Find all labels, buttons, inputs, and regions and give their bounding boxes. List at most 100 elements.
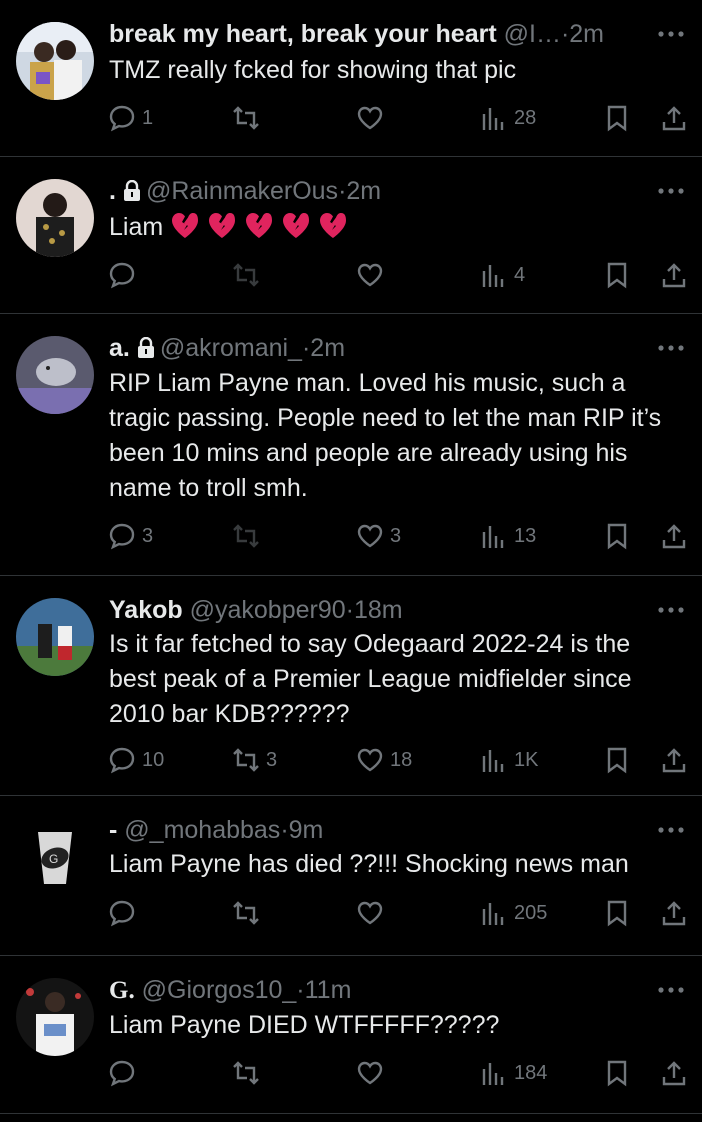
lock-icon: [137, 337, 154, 358]
avatar[interactable]: G: [16, 818, 94, 896]
tweet-text: TMZ really fcked for showing that pic: [109, 56, 517, 84]
avatar[interactable]: [16, 598, 94, 676]
more-options-icon[interactable]: [654, 24, 688, 44]
view-count: 184: [514, 1061, 548, 1084]
view-count: 4: [514, 263, 526, 286]
tweet[interactable]: break my heart, break your heart @I…·2m …: [0, 0, 702, 157]
bookmark-button[interactable]: [603, 896, 631, 930]
share-button[interactable]: [660, 743, 688, 777]
separator: ·: [280, 816, 289, 844]
display-name[interactable]: Yakob: [109, 596, 183, 624]
broken-heart-icon: [319, 213, 346, 238]
more-options-icon[interactable]: [654, 338, 688, 358]
timestamp[interactable]: 18m: [354, 596, 403, 624]
share-button[interactable]: [660, 519, 688, 553]
tweet[interactable]: G. @Giorgos10_·11m Liam Payne DIED WTFFF…: [0, 956, 702, 1114]
views-button[interactable]: 28: [480, 101, 536, 135]
views-button[interactable]: 13: [480, 519, 536, 553]
bookmark-button[interactable]: [603, 101, 631, 135]
bookmark-button[interactable]: [603, 519, 631, 553]
avatar[interactable]: [16, 22, 94, 100]
reply-button[interactable]: 3: [108, 519, 153, 553]
broken-heart-icon: [246, 213, 273, 238]
more-options-icon[interactable]: [654, 600, 688, 620]
share-button[interactable]: [660, 1056, 688, 1090]
user-handle[interactable]: @_mohabbas: [124, 816, 280, 844]
retweet-button[interactable]: [232, 258, 266, 292]
speech-bubble-icon: [109, 900, 135, 927]
views-button[interactable]: 184: [480, 1056, 547, 1090]
heart-outline-icon: [357, 524, 383, 548]
broken-heart-emoji-row: [170, 211, 348, 249]
like-button[interactable]: 3: [356, 519, 401, 553]
like-button[interactable]: [356, 1056, 390, 1090]
timestamp[interactable]: 2m: [346, 177, 381, 205]
display-name[interactable]: break my heart, break your heart: [109, 20, 497, 48]
share-upload-icon: [662, 1061, 686, 1086]
more-options-icon[interactable]: [654, 980, 688, 1000]
tweet-text: Liam: [109, 213, 164, 241]
timestamp[interactable]: 2m: [310, 334, 345, 362]
bookmark-button[interactable]: [603, 743, 631, 777]
share-button[interactable]: [660, 258, 688, 292]
timestamp[interactable]: 9m: [289, 816, 324, 844]
retweet-button[interactable]: [232, 101, 266, 135]
user-handle[interactable]: @I…: [504, 20, 561, 48]
display-name[interactable]: G.: [109, 977, 135, 1004]
like-button[interactable]: [356, 101, 390, 135]
retweet-button[interactable]: 3: [232, 743, 277, 777]
speech-bubble-icon: [109, 105, 135, 132]
like-count: 3: [390, 524, 402, 547]
tweet[interactable]: G - @_mohabbas·9m Liam Payne has died ??…: [0, 796, 702, 956]
user-handle[interactable]: @Giorgos10_: [142, 976, 297, 1004]
bookmark-button[interactable]: [603, 258, 631, 292]
separator: ·: [345, 596, 354, 624]
reply-button[interactable]: [108, 896, 142, 930]
tweet[interactable]: a. @akromani_·2m RIP Liam Payne man. Love…: [0, 314, 702, 576]
user-handle[interactable]: @yakobper90: [190, 596, 346, 624]
like-button[interactable]: [356, 896, 390, 930]
bookmark-button[interactable]: [603, 1056, 631, 1090]
user-handle[interactable]: @RainmakerOus: [146, 177, 338, 205]
views-button[interactable]: 4: [480, 258, 525, 292]
timestamp[interactable]: 2m: [569, 20, 604, 48]
like-button[interactable]: 18: [356, 743, 412, 777]
tweet-header: G. @Giorgos10_·11m: [109, 974, 642, 1007]
display-name[interactable]: .: [109, 177, 116, 205]
bar-chart-icon: [482, 108, 504, 130]
user-handle[interactable]: @akromani_: [160, 334, 302, 362]
retweet-button[interactable]: [232, 1056, 266, 1090]
reply-button[interactable]: [108, 1056, 142, 1090]
display-name[interactable]: -: [109, 816, 117, 844]
bookmark-icon: [607, 105, 627, 132]
tweet[interactable]: Yakob @yakobper90·18m Is it far fetched …: [0, 576, 702, 796]
retweet-button[interactable]: [232, 519, 266, 553]
more-options-icon[interactable]: [654, 820, 688, 840]
like-button[interactable]: [356, 258, 390, 292]
share-button[interactable]: [660, 896, 688, 930]
share-button[interactable]: [660, 101, 688, 135]
tweet[interactable]: . @RainmakerOus·2m Liam 4: [0, 157, 702, 314]
like-count: 18: [390, 748, 413, 771]
tweet-text-row: Liam: [109, 210, 678, 249]
bookmark-icon: [607, 262, 627, 289]
avatar[interactable]: [16, 336, 94, 414]
retweet-button[interactable]: [232, 896, 266, 930]
views-button[interactable]: 1K: [480, 743, 538, 777]
more-options-icon[interactable]: [654, 181, 688, 201]
retweet-arrows-icon: [233, 106, 259, 130]
reply-button[interactable]: 10: [108, 743, 164, 777]
reply-button[interactable]: 1: [108, 101, 153, 135]
display-name[interactable]: a.: [109, 334, 130, 362]
timestamp[interactable]: 11m: [305, 976, 352, 1004]
avatar[interactable]: [16, 978, 94, 1056]
action-bar: 4: [0, 258, 702, 292]
share-upload-icon: [662, 263, 686, 288]
avatar[interactable]: [16, 179, 94, 257]
reply-button[interactable]: [108, 258, 142, 292]
tweet-text: RIP Liam Payne man. Loved his music, suc…: [109, 369, 662, 502]
heart-outline-icon: [357, 106, 383, 130]
action-bar: 1 28: [0, 101, 702, 135]
bar-chart-icon: [482, 526, 504, 548]
views-button[interactable]: 205: [480, 896, 547, 930]
